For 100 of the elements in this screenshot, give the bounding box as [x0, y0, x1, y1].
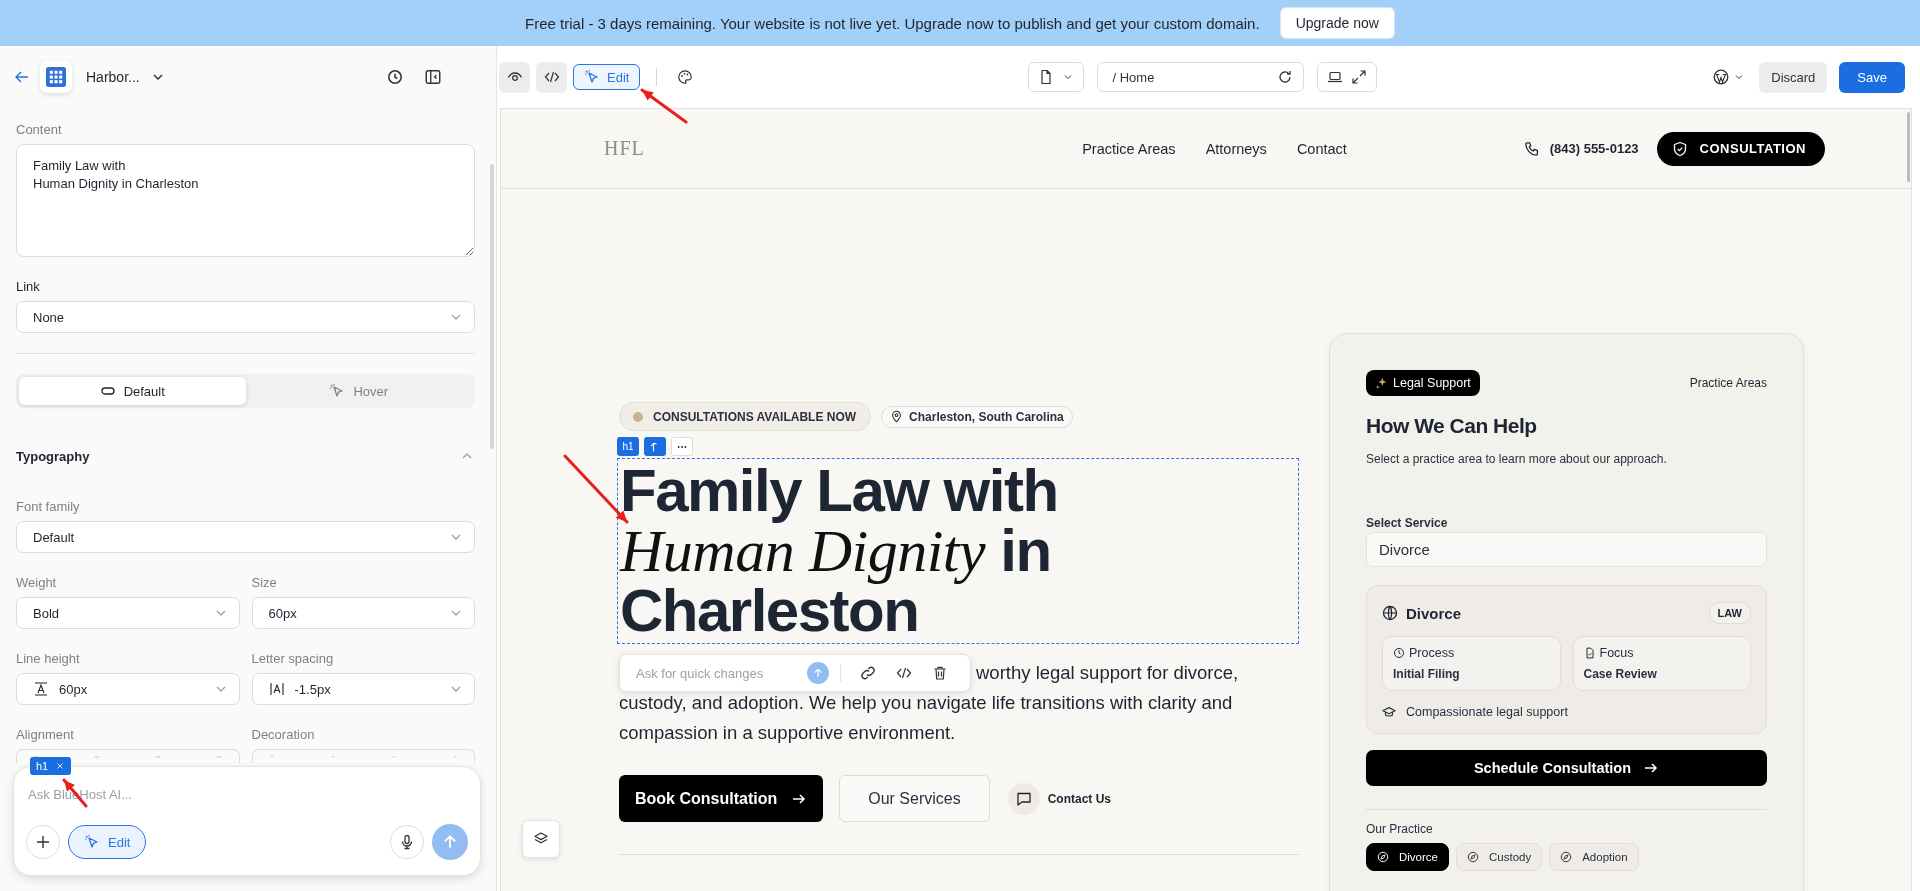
chat-icon: [1015, 790, 1032, 807]
scrollbar[interactable]: [1907, 112, 1910, 182]
scrollbar[interactable]: [490, 164, 494, 449]
microphone-button[interactable]: [390, 825, 424, 859]
graduation-cap-icon: [1382, 705, 1396, 719]
our-practice-label: Our Practice: [1366, 822, 1434, 836]
edit-mode-button[interactable]: Edit: [68, 825, 147, 859]
nav-link[interactable]: Contact: [1296, 140, 1347, 157]
select-parent-button[interactable]: [644, 437, 666, 456]
nav-link[interactable]: Attorneys: [1205, 140, 1267, 157]
phone-link[interactable]: (843) 555-0123: [1523, 140, 1639, 157]
availability-badge: CONSULTATIONS AVAILABLE NOW: [619, 402, 872, 431]
save-button[interactable]: Save: [1839, 61, 1905, 93]
pointer-icon: [584, 69, 600, 85]
pointer-icon: [84, 834, 100, 850]
link-label: Link: [16, 279, 41, 294]
document-icon: [1583, 647, 1596, 659]
trial-message: Free trial - 3 days remaining. Your website is not live yet. Upgrade now to publish and get your custom domain.: [525, 14, 1260, 32]
element-chip[interactable]: h1: [30, 757, 72, 775]
code-button[interactable]: [536, 61, 567, 93]
law-badge: LAW: [1708, 602, 1751, 624]
stat-label: Focus: [1599, 646, 1634, 660]
line-height-select[interactable]: 60px: [16, 673, 240, 705]
upgrade-button[interactable]: Upgrade now: [1279, 7, 1395, 39]
letter-spacing-label: Letter spacing: [251, 651, 335, 666]
annotation-arrow: [640, 88, 688, 124]
shield-icon: [1671, 140, 1688, 157]
element-tag[interactable]: h1: [617, 437, 639, 456]
clock-icon: [1393, 647, 1405, 659]
sidebar-toggle-icon[interactable]: [424, 68, 442, 86]
grid-icon: [46, 67, 66, 87]
platform-logo-icon: [1713, 69, 1730, 85]
support-note: Compassionate legal support: [1406, 705, 1568, 719]
stat-value: Case Review: [1583, 667, 1658, 681]
expand-icon[interactable]: [1350, 69, 1367, 85]
site-name[interactable]: Harbor...: [86, 69, 140, 85]
preview-button[interactable]: [499, 61, 530, 93]
typography-heading: Typography: [16, 448, 90, 464]
nav-link[interactable]: Practice Areas: [1082, 140, 1176, 157]
phone-icon: [1523, 140, 1540, 157]
practice-chip[interactable]: Custody: [1456, 843, 1543, 871]
practice-chip[interactable]: Adoption: [1549, 843, 1639, 871]
microphone-icon: [399, 834, 415, 850]
edit-button[interactable]: Edit: [573, 64, 641, 90]
font-family-label: Font family: [16, 499, 81, 514]
decoration-label: Decoration: [251, 727, 316, 742]
trash-icon: [932, 665, 948, 681]
code-icon: [896, 665, 912, 681]
sparkle-icon: [1375, 376, 1388, 390]
palette-icon: [677, 69, 694, 85]
practice-areas-link[interactable]: Practice Areas: [1689, 376, 1767, 390]
state-tab[interactable]: Hover: [245, 377, 472, 405]
stat-label: Process: [1409, 646, 1455, 660]
pin-icon: [890, 410, 904, 423]
service-title: Divorce: [1406, 604, 1462, 622]
content-label: Content: [16, 122, 63, 137]
line-height-label: Line height: [16, 651, 81, 666]
size-label: Size: [251, 575, 278, 590]
font-family-select[interactable]: Default: [16, 521, 475, 553]
compass-icon: [1377, 851, 1389, 863]
schedule-consultation-button[interactable]: Schedule Consultation: [1366, 750, 1767, 786]
address-field[interactable]: / Home: [1096, 62, 1304, 92]
card-description: Select a practice area to learn more about our approach.: [1366, 452, 1668, 466]
hero-paragraph-line: worthy legal support for divorce,: [976, 661, 1239, 685]
reload-icon[interactable]: [1276, 69, 1293, 85]
site-logo-tile[interactable]: [40, 61, 72, 93]
weight-select[interactable]: Bold: [16, 597, 240, 629]
letter-spacing-select[interactable]: -1.5px: [251, 673, 475, 705]
hero-heading: Family Law with Human Dignity in Charleston: [620, 459, 1059, 641]
practice-chip[interactable]: Divorce: [1366, 843, 1449, 871]
stat-value: Initial Filing: [1393, 667, 1461, 681]
arrow-up-icon: [812, 667, 824, 679]
close-icon[interactable]: [55, 761, 66, 771]
discard-button[interactable]: Discard: [1759, 61, 1828, 93]
history-icon[interactable]: [386, 68, 404, 86]
state-tab[interactable]: Default: [19, 377, 246, 405]
layers-button[interactable]: [522, 820, 560, 858]
size-select[interactable]: 60px: [251, 597, 475, 629]
add-button[interactable]: [26, 825, 60, 859]
hero-paragraph: custody, and adoption. We help you navigate life transitions with clarity and compassion in a supportive environment.: [619, 691, 1234, 745]
select-service-label: Select Service: [1366, 516, 1449, 530]
weight-label: Weight: [16, 575, 58, 590]
our-services-button[interactable]: Our Services: [839, 775, 990, 822]
link-select[interactable]: None: [16, 301, 475, 333]
line-height-icon: [33, 681, 49, 697]
book-consultation-button[interactable]: Book Consultation: [619, 775, 824, 822]
service-select[interactable]: Divorce: [1366, 532, 1767, 567]
quick-changes-field[interactable]: Ask for quick changes: [634, 664, 799, 682]
contact-link[interactable]: Contact Us: [1007, 782, 1112, 815]
page-button[interactable]: [1027, 62, 1084, 92]
content-field[interactable]: Family Law with Human Dignity in Charleston: [16, 144, 475, 257]
consultation-button[interactable]: CONSULTATION: [1656, 131, 1825, 166]
letter-spacing-icon: [268, 681, 285, 697]
plus-icon: [35, 834, 51, 850]
location-badge: Charleston, South Carolina: [881, 405, 1073, 428]
code-icon: [543, 69, 560, 85]
back-arrow-icon[interactable]: [14, 69, 30, 85]
link-icon: [860, 665, 876, 681]
compass-icon: [1467, 851, 1479, 863]
laptop-icon[interactable]: [1326, 69, 1343, 85]
